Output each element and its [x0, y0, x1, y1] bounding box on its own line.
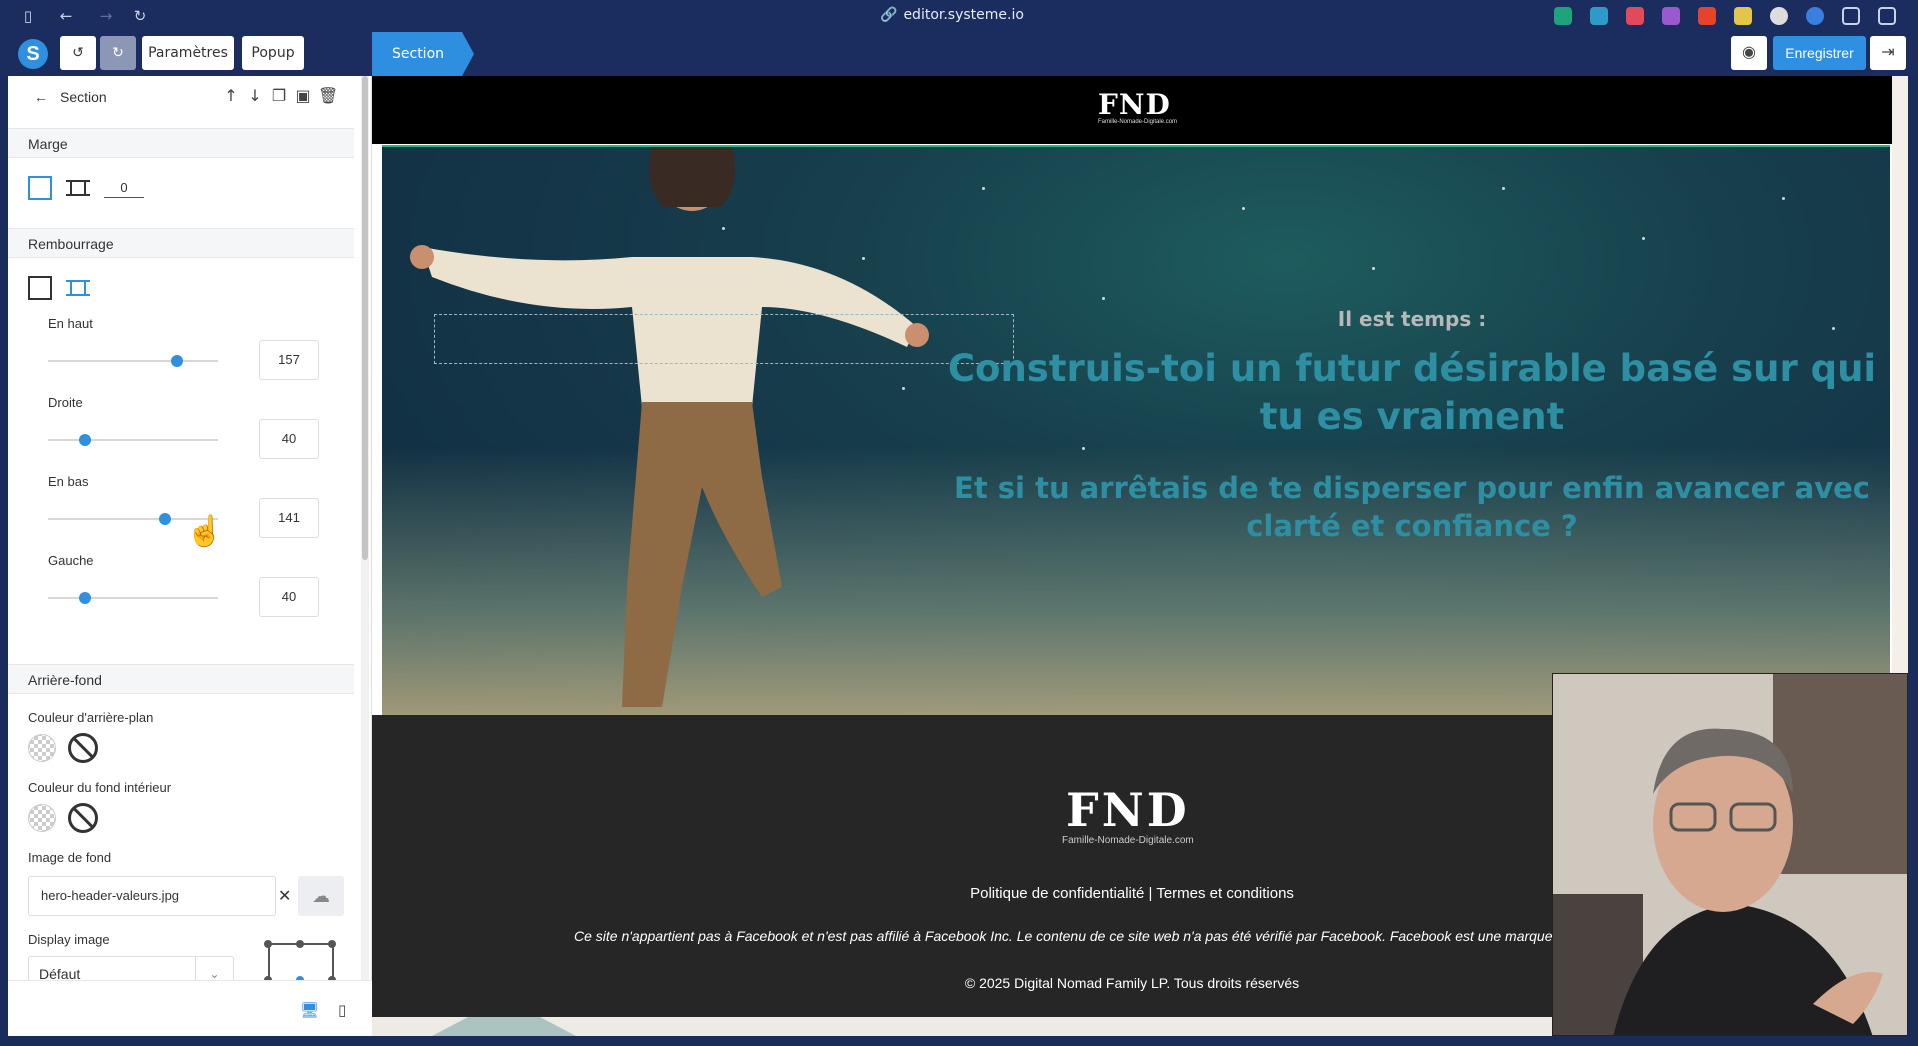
inner-color-label: Couleur du fond intérieur — [28, 780, 172, 795]
panel-scroll-thumb[interactable] — [362, 76, 368, 560]
save-block-icon[interactable]: ▣ — [294, 87, 312, 105]
share-icon[interactable] — [1842, 7, 1860, 25]
panel-title: Section — [60, 89, 107, 105]
background-heading: Arrière-fond — [8, 664, 354, 694]
margin-individual-icon[interactable] — [66, 176, 90, 200]
bg-color-swatch[interactable] — [28, 734, 56, 762]
site-logo[interactable]: FND Famille-Nomade-Digitale.com — [1098, 88, 1177, 125]
delete-icon[interactable]: 🗑 — [318, 87, 338, 105]
redo-button[interactable]: ↻ — [100, 36, 136, 70]
margin-heading: Marge — [8, 128, 354, 158]
panel-header: ← Section ↑ ↓ ❐ ▣ 🗑 — [8, 76, 371, 118]
padding-right-slider[interactable] — [48, 434, 218, 446]
padding-left-slider[interactable] — [48, 592, 218, 604]
forward-icon[interactable]: → — [96, 6, 116, 26]
extension-icon[interactable] — [1770, 7, 1788, 25]
selected-element-outline[interactable] — [434, 314, 1014, 364]
hero-eyebrow[interactable]: Il est temps : — [942, 307, 1882, 331]
padding-right-input[interactable]: 40 — [259, 419, 319, 459]
inner-color-swatch[interactable] — [28, 804, 56, 832]
link-icon: 🔗 — [880, 7, 898, 23]
slider-thumb[interactable] — [79, 592, 92, 604]
padding-individual-icon[interactable] — [66, 276, 90, 300]
parameters-button[interactable]: Paramètres — [142, 36, 234, 70]
extension-icon[interactable] — [1554, 7, 1572, 25]
no-color-icon[interactable] — [68, 733, 98, 763]
hero-section[interactable]: Il est temps : Construis-toi un futur dé… — [382, 145, 1890, 715]
hero-woman-image — [410, 147, 929, 707]
back-arrow-icon[interactable]: ← — [34, 89, 48, 105]
editor-toolbar: S ↺ ↻ Paramètres Popup Section ◉ Enregis… — [0, 32, 1918, 76]
slider-thumb[interactable] — [79, 434, 92, 446]
extension-icon[interactable] — [1662, 7, 1680, 25]
extension-icon[interactable] — [1698, 7, 1716, 25]
move-down-icon[interactable]: ↓ — [246, 87, 264, 105]
slider-thumb[interactable] — [171, 355, 184, 367]
device-switcher: 🖥 ▯ — [8, 980, 372, 1036]
pocket-icon[interactable] — [1626, 7, 1644, 25]
desktop-icon[interactable]: 🖥 — [300, 1001, 319, 1019]
hero-headline[interactable]: Construis-toi un futur désirable basé su… — [942, 345, 1882, 441]
browser-bar: ▯ ← → ↻ 🔗 editor.systeme.io — [0, 0, 1918, 32]
settings-panel: ← Section ↑ ↓ ❐ ▣ 🗑 Marge 0 Rembourrage … — [8, 76, 372, 1036]
webcam-overlay — [1552, 673, 1908, 1036]
eye-icon: ◉ — [1742, 44, 1756, 61]
display-image-label: Display image — [28, 932, 110, 947]
panel-scrollbar[interactable] — [361, 76, 369, 1036]
back-icon[interactable]: ← — [56, 6, 76, 26]
hero-text-block[interactable]: Il est temps : Construis-toi un futur dé… — [942, 307, 1882, 545]
sidebar-right-icon[interactable] — [1878, 7, 1896, 25]
footer-logo: FND Famille-Nomade-Digitale.com — [1062, 783, 1194, 846]
padding-left-label: Gauche — [48, 553, 94, 568]
popup-button[interactable]: Popup — [242, 36, 304, 70]
bg-color-label: Couleur d'arrière-plan — [28, 710, 154, 725]
padding-left-input[interactable]: 40 — [259, 577, 319, 617]
undo-button[interactable]: ↺ — [60, 36, 96, 70]
padding-right-label: Droite — [48, 395, 83, 410]
extension-icon[interactable] — [1806, 7, 1824, 25]
upload-cloud-icon[interactable]: ☁ — [298, 876, 344, 916]
hero-subheadline[interactable]: Et si tu arrêtais de te disperser pour e… — [942, 469, 1882, 545]
extension-icon[interactable] — [1734, 7, 1752, 25]
mobile-icon[interactable]: ▯ — [338, 1001, 346, 1019]
padding-bottom-label: En bas — [48, 474, 89, 489]
reload-icon[interactable]: ↻ — [130, 6, 150, 26]
bg-image-label: Image de fond — [28, 850, 112, 865]
sidebar-toggle-icon[interactable]: ▯ — [18, 6, 38, 26]
padding-top-label: En haut — [48, 316, 93, 331]
exit-icon: ⇥ — [1881, 44, 1895, 61]
padding-top-slider[interactable] — [48, 355, 218, 367]
padding-bottom-input[interactable]: 141 — [259, 498, 319, 538]
margin-all-sides-icon[interactable] — [28, 176, 52, 200]
padding-top-input[interactable]: 157 — [259, 340, 319, 380]
no-color-icon[interactable] — [68, 803, 98, 833]
duplicate-icon[interactable]: ❐ — [270, 87, 288, 105]
systeme-logo[interactable]: S — [18, 39, 48, 69]
slider-thumb[interactable] — [159, 513, 172, 525]
site-header[interactable]: FND Famille-Nomade-Digitale.com — [372, 76, 1892, 144]
presenter-video — [1553, 674, 1907, 1035]
padding-heading: Rembourrage — [8, 228, 354, 258]
margin-input[interactable]: 0 — [104, 178, 144, 198]
undo-icon: ↺ — [72, 45, 84, 61]
hand-cursor-icon: ☝ — [186, 515, 224, 548]
remove-image-icon[interactable]: ✕ — [278, 886, 291, 906]
exit-button[interactable]: ⇥ — [1870, 36, 1906, 70]
bg-image-filename[interactable]: hero-header-valeurs.jpg — [28, 876, 276, 916]
move-up-icon[interactable]: ↑ — [222, 87, 240, 105]
preview-button[interactable]: ◉ — [1731, 36, 1767, 70]
url-bar[interactable]: 🔗 editor.systeme.io — [880, 7, 1024, 23]
breadcrumb-section[interactable]: Section — [372, 32, 474, 76]
save-button[interactable]: Enregistrer — [1773, 36, 1866, 70]
extension-icon[interactable] — [1590, 7, 1608, 25]
padding-all-sides-icon[interactable] — [28, 276, 52, 300]
redo-icon: ↻ — [112, 45, 124, 61]
